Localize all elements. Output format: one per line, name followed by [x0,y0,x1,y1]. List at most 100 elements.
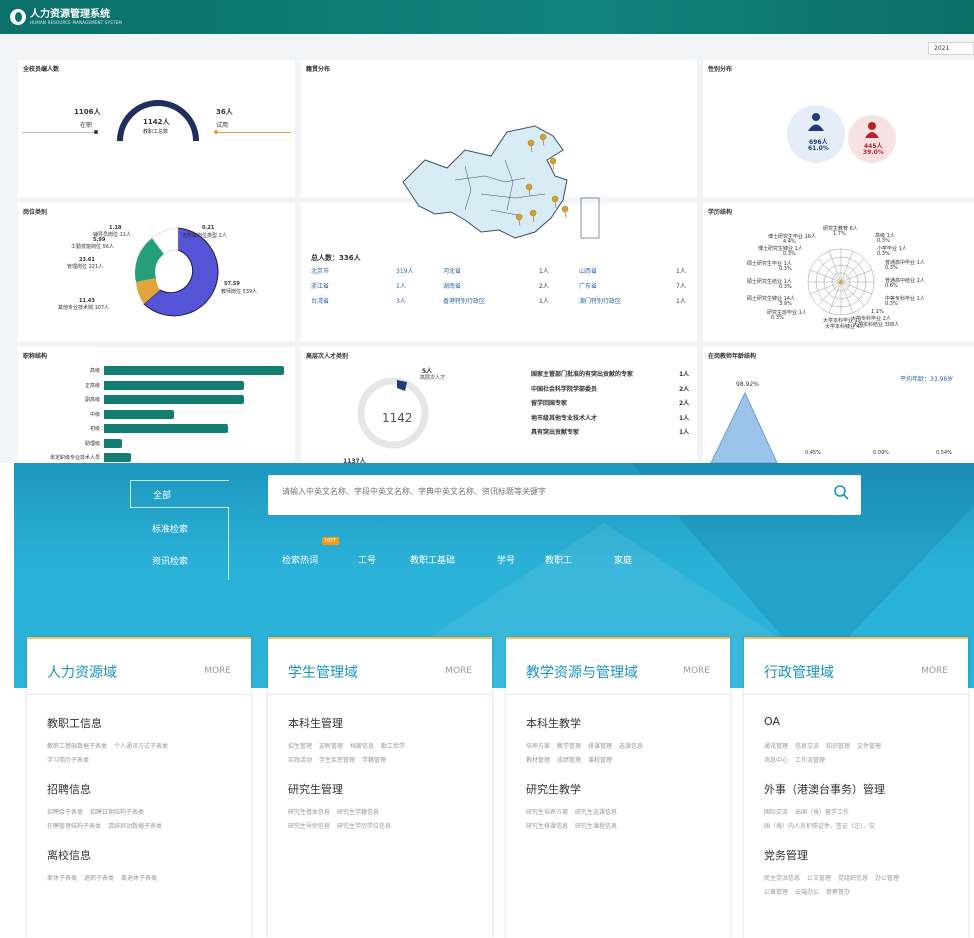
domain-link[interactable]: 研究生学籍信息 [337,809,379,816]
domain-section-title[interactable]: OA [764,715,780,728]
title-struct-card: 职称结构 高级 正高级 副高级 中级 初级 助理级 未定职级专业技术人员 [18,347,295,463]
domain-link[interactable]: 选课信息 [619,743,643,750]
domain-link[interactable]: 消息中心 [764,757,788,764]
hot-keyword[interactable]: 工号 [358,553,376,566]
domain-link[interactable]: 退职子表类 [84,875,114,882]
age-peak-shape [710,391,778,463]
domain-link[interactable]: 公文管理 [807,875,831,882]
domain-card-title[interactable]: 行政管理域 [764,662,834,682]
domain-section-title[interactable]: 本科生管理 [288,715,343,731]
staff-total-label: 教职工总数 [143,129,169,135]
nav-news-search[interactable]: 资讯检索 [152,554,188,567]
domain-link-row: 公章管理 云端办公 督察督办 [764,887,857,896]
domain-link[interactable]: 研究生学历学位信息 [337,823,391,830]
nav-standard-search[interactable]: 标准检索 [152,522,188,535]
talent-item-count: 2人 [679,400,690,407]
domain-link[interactable]: 学习简历子表类 [47,757,89,764]
domain-link[interactable]: 在聘管理结构子表类 [47,823,101,830]
domain-link[interactable]: 教职工基础数据子表类 [47,743,107,750]
domain-link[interactable]: 国际交流 [764,809,788,816]
domain-link[interactable]: 档案信息 [350,743,374,750]
domain-section-title[interactable]: 党务管理 [764,847,808,863]
domain-link[interactable]: 民主党派信息 [764,875,800,882]
domain-link[interactable]: 研究生基本信息 [288,809,330,816]
domain-card: 学生管理域 MORE 本科生管理招生管理 迎新管理 档案信息 勤工俭学实践活动 学生奖惩管理… [268,637,492,938]
domain-link[interactable]: 勤工俭学 [381,743,405,750]
domain-link[interactable]: 办公管理 [875,875,899,882]
search-icon[interactable] [833,484,849,500]
hot-keyword[interactable]: 家庭 [614,553,632,566]
domain-section-title[interactable]: 本科生教学 [526,715,581,731]
domain-link[interactable]: 离退休子表类 [121,875,157,882]
female-pct: 39.0% [863,149,884,156]
hot-keyword[interactable]: 教职工基础 [410,553,455,566]
talent-item-count: 1人 [679,371,690,378]
domain-link[interactable]: 课程管理 [588,757,612,764]
domain-link[interactable]: 信息交流 [795,743,819,750]
nav-all[interactable]: 全部 [130,480,229,508]
domain-section-title[interactable]: 研究生管理 [288,781,343,797]
domain-link-row: 研究生基本信息 研究生学籍信息 [288,807,386,816]
domain-section-title[interactable]: 招聘信息 [47,781,91,797]
search-input[interactable] [282,487,802,496]
domain-section-title[interactable]: 教职工信息 [47,715,102,731]
hot-keyword[interactable]: 学号 [497,553,515,566]
more-link[interactable]: MORE [683,666,710,676]
domain-link-row: 招聘会子表类 招聘日期结构子表类 [47,807,151,816]
domain-link[interactable]: 党组织信息 [838,875,868,882]
domain-link[interactable]: 培养方案 [526,743,550,750]
domain-link[interactable]: 请辞异动数据子表类 [108,823,162,830]
in-post-label: 在职 [80,122,93,129]
domain-link[interactable]: 文件管理 [857,743,881,750]
domain-link[interactable]: 迎新管理 [319,743,343,750]
domain-link[interactable]: 研究生培养方案 [526,809,568,816]
domain-link[interactable]: 研究生课程信息 [575,823,617,830]
domain-link[interactable]: 学籍管理 [362,757,386,764]
talent-item-name: 国家主管部门批准的有突出贡献的专家 [531,371,634,378]
card-title: 职称结构 [23,353,48,360]
more-link[interactable]: MORE [204,666,231,676]
domain-link[interactable]: 个人通讯方式子表类 [114,743,168,750]
education-radar [807,248,875,316]
domain-section-title[interactable]: 外事（港澳台事务）管理 [764,781,885,797]
domain-link[interactable]: 成绩管理 [557,757,581,764]
talent-item-name: 具有突出贡献专家 [531,429,580,436]
more-link[interactable]: MORE [921,666,948,676]
title-struct-label: 高级 [89,368,100,374]
domain-link[interactable]: 招聘日期结构子表类 [90,809,144,816]
domain-link-row: 民主党派信息 公文管理 党组织信息 办公管理 [764,873,906,882]
domain-link[interactable]: 通讯管理 [764,743,788,750]
domain-card-title[interactable]: 人力资源域 [47,662,117,682]
domain-link[interactable]: 教材管理 [526,757,550,764]
domain-card-title[interactable]: 教学资源与管理域 [526,662,638,682]
domain-section-title[interactable]: 离校信息 [47,847,91,863]
hot-keyword[interactable]: 教职工 [545,553,572,566]
in-post-line [22,132,97,133]
domain-link[interactable]: 研究生导师信息 [288,823,330,830]
domain-link[interactable]: 督察督办 [826,889,850,896]
domain-link[interactable]: 学生奖惩管理 [319,757,355,764]
domain-link[interactable]: 工作流管理 [795,757,825,764]
domain-link[interactable]: 排课管理 [588,743,612,750]
domain-link[interactable]: 实践活动 [288,757,312,764]
talent-marker [397,380,407,391]
domain-link[interactable]: 招生管理 [288,743,312,750]
domain-link[interactable]: 离休子表类 [47,875,77,882]
domain-section-title[interactable]: 研究生教学 [526,781,581,797]
domain-link[interactable]: 研究生排课信息 [526,823,568,830]
card-title: 全校员编人数 [23,66,60,73]
domain-link[interactable]: 国（境）内人员护照证件、签证（注）、交 [764,823,875,830]
domain-link[interactable]: 研究生选课信息 [575,809,617,816]
domain-link[interactable]: 招聘会子表类 [47,809,83,816]
domain-link[interactable]: 公章管理 [764,889,788,896]
more-link[interactable]: MORE [445,666,472,676]
domain-link[interactable]: 知识管理 [826,743,850,750]
domain-card-title[interactable]: 学生管理域 [288,662,358,682]
talent-item-count: 1人 [679,414,690,422]
domain-link[interactable]: 出国（境）留学工作 [795,809,849,816]
domain-link-row: 国际交流 出国（境）留学工作 [764,807,856,816]
domain-link[interactable]: 云端办公 [795,889,819,896]
year-select[interactable]: 2021 [928,42,974,55]
domain-link[interactable]: 教学管理 [557,743,581,750]
domain-card: 教学资源与管理域 MORE 本科生教学培养方案 教学管理 排课管理 选课信息教材管理 成绩管… [506,637,730,938]
